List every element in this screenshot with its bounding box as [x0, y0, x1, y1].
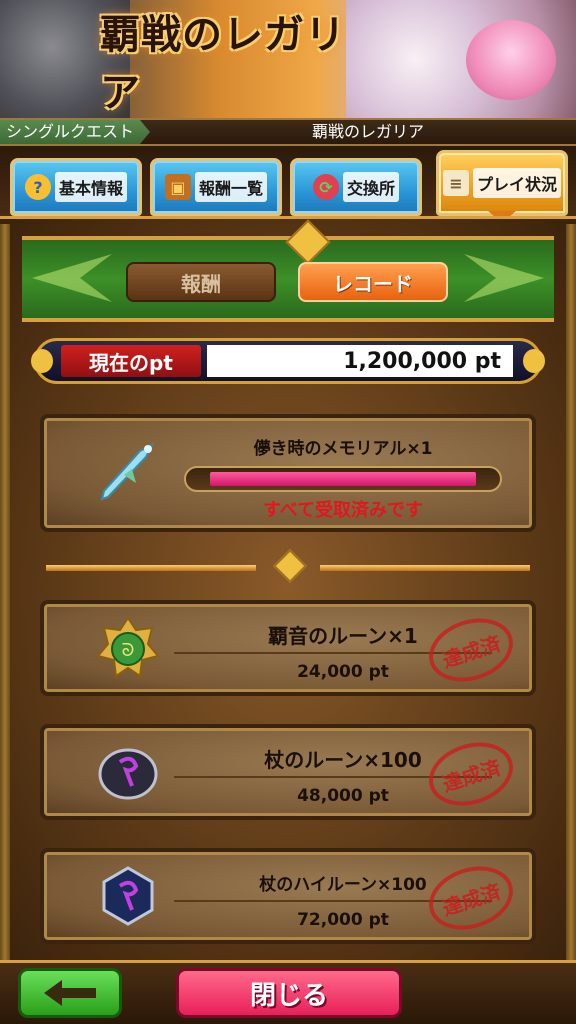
quest-header: シングルクエスト 覇戦のレガリア [0, 118, 576, 146]
svg-text:ᘐ: ᘐ [122, 640, 135, 661]
tab-basic-info[interactable]: ? 基本情報 [10, 158, 142, 216]
reward-row: 杖のルーン×100 48,000 pt 達成済 [40, 724, 536, 820]
scroll-icon: ≡ [442, 170, 469, 196]
reward-row: 杖のハイルーン×100 72,000 pt 達成済 [40, 848, 536, 944]
reward-row: ᘐ 覇音のルーン×1 24,000 pt 達成済 [40, 600, 536, 696]
quest-title: 覇戦のレガリア [311, 122, 424, 141]
hexagon-rune-icon [94, 862, 162, 930]
current-points-value: 1,200,000 pt [207, 345, 513, 377]
back-button[interactable] [18, 968, 122, 1018]
current-points-label: 現在のpt [61, 345, 201, 377]
close-button[interactable]: 閉じる [176, 968, 402, 1018]
dark-rune-icon [94, 738, 162, 806]
tab-reward-list[interactable]: ▣ 報酬一覧 [150, 158, 282, 216]
event-banner: 覇戦のレガリア [0, 0, 576, 118]
exchange-icon: ⟳ [312, 174, 339, 200]
ornament-right [464, 254, 544, 302]
sword-icon [94, 439, 162, 507]
right-frame-rail [566, 224, 576, 960]
bar-cap-left [31, 349, 53, 373]
subtab-rewards[interactable]: 報酬 [126, 262, 276, 302]
reward-progress-bar [184, 466, 502, 492]
treasure-chest-icon: ▣ [164, 174, 191, 200]
reward-name: 儚き時のメモリアル×1 [253, 439, 433, 459]
current-points-bar: 現在のpt 1,200,000 pt [31, 338, 545, 384]
bar-cap-right [523, 349, 545, 373]
back-arrow-icon [44, 980, 96, 1006]
question-icon: ? [24, 174, 51, 200]
section-divider [46, 549, 530, 583]
tab-exchange[interactable]: ⟳ 交換所 [290, 158, 422, 216]
reward-status-text: すべて受取済みです [262, 500, 424, 521]
banner-character-art [346, 0, 576, 118]
rune-badge-icon: ᘐ [94, 614, 162, 682]
subtab-record[interactable]: レコード [298, 262, 448, 302]
event-logo: 覇戦のレガリア [100, 11, 346, 116]
top-reward-card: 儚き時のメモリアル×1 すべて受取済みです [40, 414, 536, 532]
tab-play-status[interactable]: ≡ プレイ状況 [436, 150, 568, 223]
ornament-left [32, 254, 112, 302]
quest-type-label: シングルクエスト [0, 120, 150, 144]
reward-progress-fill [210, 472, 476, 486]
subtab-band [22, 219, 554, 322]
left-frame-rail [0, 224, 10, 960]
